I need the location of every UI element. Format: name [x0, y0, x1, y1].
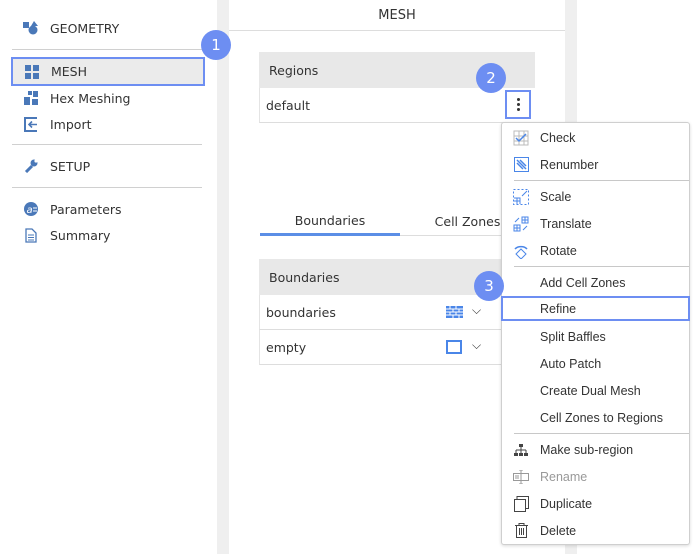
sidebar-item-parameters[interactable]: a Parameters [12, 195, 204, 223]
import-icon [12, 116, 50, 132]
empty-square-icon [446, 340, 462, 354]
step-badge-3: 3 [474, 271, 504, 301]
chevron-down-icon[interactable]: ⌵ [472, 303, 481, 318]
sidebar-item-geometry[interactable]: GEOMETRY [12, 14, 204, 42]
patch-grid-icon [446, 306, 463, 321]
menu-item-duplicate[interactable]: Duplicate [502, 491, 689, 516]
scrollbar-strip [217, 0, 229, 554]
rename-icon [502, 469, 540, 484]
menu-item-add-cell-zones[interactable]: Add Cell Zones [502, 270, 689, 295]
sidebar-item-hex-meshing[interactable]: Hex Meshing [12, 84, 204, 112]
boundary-row[interactable]: empty ⌵ [259, 330, 535, 365]
parameters-icon: a [12, 202, 50, 216]
region-row-default[interactable]: default [259, 88, 535, 123]
menu-item-translate[interactable]: Translate [502, 211, 689, 236]
check-icon [502, 130, 540, 146]
menu-item-refine[interactable]: Refine [501, 296, 690, 321]
sidebar-item-mesh[interactable]: MESH [11, 57, 205, 86]
wrench-icon [12, 159, 50, 173]
menu-item-check[interactable]: Check [502, 125, 689, 150]
sidebar-item-import[interactable]: Import [12, 110, 204, 138]
menu-item-scale[interactable]: Scale [502, 184, 689, 209]
menu-separator [514, 180, 689, 181]
sidebar-item-summary[interactable]: Summary [12, 221, 204, 249]
divider [12, 187, 202, 188]
tab-boundaries[interactable]: Boundaries [260, 208, 400, 236]
menu-item-rename[interactable]: Rename [502, 464, 689, 489]
kebab-icon [516, 98, 520, 111]
menu-item-renumber[interactable]: Renumber [502, 152, 689, 177]
step-badge-1: 1 [201, 30, 231, 60]
geometry-icon [12, 21, 50, 35]
page-title: MESH [229, 0, 565, 31]
trash-icon [502, 523, 540, 538]
document-icon [12, 227, 50, 243]
divider [12, 144, 202, 145]
hierarchy-icon [502, 443, 540, 456]
region-menu-button[interactable] [505, 90, 531, 119]
menu-item-cell-zones-to-regions[interactable]: Cell Zones to Regions [502, 405, 689, 430]
sidebar-item-setup[interactable]: SETUP [12, 152, 204, 180]
hex-meshing-icon [12, 91, 50, 105]
svg-text:a: a [26, 205, 32, 216]
menu-item-make-sub-region[interactable]: Make sub-region [502, 437, 689, 462]
menu-item-rotate[interactable]: Rotate [502, 238, 689, 263]
menu-item-create-dual-mesh[interactable]: Create Dual Mesh [502, 378, 689, 403]
chevron-down-icon[interactable]: ⌵ [472, 338, 481, 353]
scale-icon [502, 188, 540, 205]
context-menu: Check Renumber Scale Translate Rotate Ad… [501, 122, 690, 545]
mesh-grid-icon [13, 64, 51, 79]
menu-item-delete[interactable]: Delete [502, 518, 689, 543]
menu-separator [514, 266, 689, 267]
rotate-icon [502, 243, 540, 259]
duplicate-icon [502, 495, 540, 512]
menu-item-split-baffles[interactable]: Split Baffles [502, 324, 689, 349]
menu-item-auto-patch[interactable]: Auto Patch [502, 351, 689, 376]
divider [12, 49, 202, 50]
renumber-icon [502, 157, 540, 172]
menu-separator [514, 433, 689, 434]
step-badge-2: 2 [476, 63, 506, 93]
translate-icon [502, 216, 540, 232]
